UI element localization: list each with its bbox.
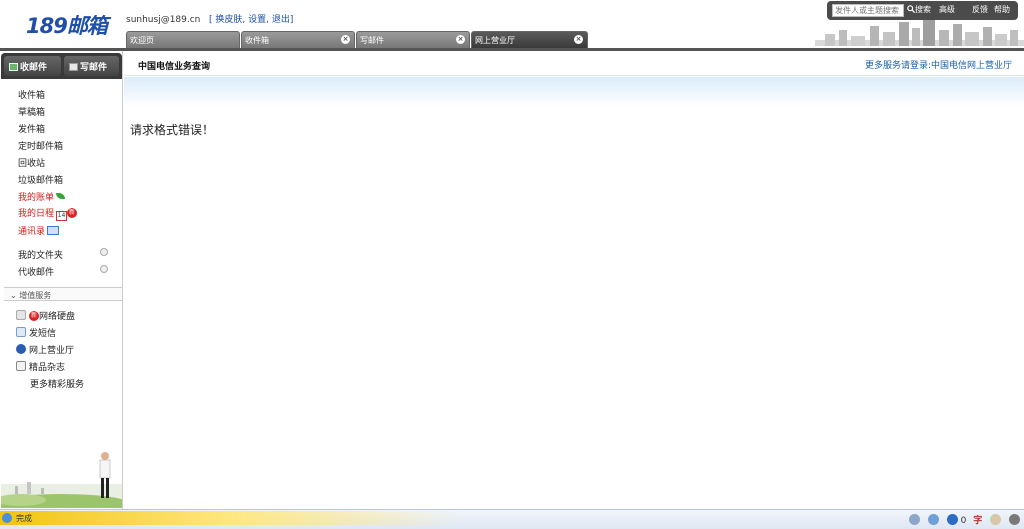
tab-online-hall[interactable]: 网上营业厅 × — [471, 31, 588, 48]
settings-link[interactable]: 设置 — [248, 15, 266, 25]
logout-link[interactable]: 退出 — [272, 15, 290, 25]
sidebar-action-bar: 收邮件 写邮件 — [1, 53, 122, 79]
my-schedule-label: 我的日程 — [18, 209, 55, 219]
user-email: sunhusj@189.cn — [126, 15, 201, 25]
pencil-icon — [69, 63, 78, 71]
vas-magazine-label: 精品杂志 — [29, 363, 66, 373]
close-icon[interactable]: × — [574, 35, 583, 44]
vas-sms[interactable]: 发短信 — [16, 326, 56, 339]
chevron-down-icon: ⌄ — [10, 291, 17, 300]
tab-welcome[interactable]: 欢迎页 — [126, 31, 240, 48]
browser-icon — [2, 513, 12, 523]
status-text: 完成 — [16, 514, 32, 523]
search-input[interactable] — [832, 4, 904, 17]
leaf-icon — [56, 193, 66, 199]
vas-header[interactable]: ⌄ 增值服务 — [4, 287, 122, 301]
inbox-icon — [9, 63, 18, 71]
receive-mail-button[interactable]: 收邮件 — [4, 56, 61, 76]
receive-mail-label: 收邮件 — [20, 63, 48, 73]
vas-magazine[interactable]: 精品杂志 — [16, 360, 65, 373]
search-button-label: 搜索 — [915, 5, 931, 14]
folder-spam[interactable]: 垃圾邮件箱 — [18, 173, 63, 186]
bracket-close: ] — [289, 15, 294, 25]
char-icon[interactable]: 字 — [973, 516, 982, 526]
tab-label: 收件箱 — [245, 36, 269, 45]
my-folders-link[interactable]: 我的文件夹 — [18, 248, 63, 261]
vas-online-hall-label: 网上营业厅 — [29, 346, 75, 356]
tab-inbox[interactable]: 收件箱 × — [241, 31, 355, 48]
settings-icon[interactable] — [990, 514, 1002, 525]
main-content: 中国电信业务查询 更多服务请登录:中国电信网上营业厅 请求格式错误！ — [124, 51, 1024, 509]
close-icon[interactable]: × — [341, 35, 350, 44]
status-progress — [0, 511, 460, 525]
status-tray: 0 字 — [904, 513, 1020, 526]
tab-label: 网上营业厅 — [475, 36, 515, 45]
add-agent-mail-icon[interactable] — [100, 265, 108, 273]
comma-2: , — [266, 15, 270, 25]
vas-netdisk[interactable]: 新网络硬盘 — [16, 309, 75, 322]
header-gradient — [124, 77, 1024, 107]
my-bill-link[interactable]: 我的账单 — [18, 190, 66, 203]
page-title: 中国电信业务查询 — [138, 62, 211, 72]
error-message: 请求格式错误！ — [130, 123, 215, 137]
close-icon[interactable]: × — [456, 35, 465, 44]
bracket-open: [ — [208, 15, 213, 25]
netdisk-icon — [16, 310, 26, 320]
advanced-search-link[interactable]: 高级 — [939, 4, 955, 15]
main-header: 中国电信业务查询 更多服务请登录:中国电信网上营业厅 — [124, 51, 1024, 76]
user-info: sunhusj@189.cn [ 换皮肤, 设置, 退出] — [126, 12, 293, 25]
book-icon — [16, 361, 26, 371]
help-link[interactable]: 帮助 — [994, 4, 1010, 15]
comma-1: , — [242, 15, 246, 25]
search-bar: 搜索 高级 反馈 帮助 — [827, 1, 1018, 20]
folder-inbox[interactable]: 收件箱 — [18, 88, 45, 101]
search-icon — [907, 5, 916, 14]
vas-more-services[interactable]: 更多精彩服务 — [30, 377, 84, 390]
telecom-logo-icon — [16, 344, 26, 354]
folder-drafts[interactable]: 草稿箱 — [18, 105, 45, 118]
compose-mail-label: 写邮件 — [80, 63, 108, 73]
add-folder-icon[interactable] — [100, 248, 108, 256]
my-bill-label: 我的账单 — [18, 193, 55, 203]
search-button[interactable]: 搜索 — [907, 4, 931, 15]
calendar-icon: 14 — [56, 211, 68, 221]
tag-icon[interactable] — [927, 514, 939, 525]
sidebar: 收邮件 写邮件 收件箱 草稿箱 发件箱 定时邮件箱 回收站 垃圾邮件箱 我的账单… — [0, 51, 123, 509]
new-badge: 新 — [29, 311, 39, 321]
skin-link[interactable]: 换皮肤 — [215, 15, 242, 25]
zoom-value: 0 — [960, 516, 967, 526]
vas-sms-label: 发短信 — [29, 329, 57, 339]
arrow-icon[interactable] — [1009, 514, 1020, 525]
brand-logo[interactable]: 189邮箱 — [26, 10, 108, 40]
tab-label: 欢迎页 — [130, 36, 154, 45]
new-badge: 新 — [67, 208, 78, 218]
tab-compose[interactable]: 写邮件 × — [356, 31, 470, 48]
eye-icon[interactable] — [946, 514, 958, 525]
folder-trash[interactable]: 回收站 — [18, 156, 45, 169]
feedback-link[interactable]: 反馈 — [972, 4, 988, 15]
folder-sent[interactable]: 发件箱 — [18, 122, 45, 135]
compose-mail-button[interactable]: 写邮件 — [64, 56, 119, 76]
agent-mail-link[interactable]: 代收邮件 — [18, 265, 54, 278]
tool-icon[interactable] — [909, 514, 920, 525]
vas-netdisk-label: 网络硬盘 — [39, 312, 76, 322]
vas-online-hall[interactable]: 网上营业厅 — [16, 343, 74, 356]
vas-header-label: 增值服务 — [19, 291, 52, 300]
contact-card-icon — [47, 226, 60, 235]
sms-icon — [16, 327, 26, 337]
more-services-link[interactable]: 更多服务请登录:中国电信网上营业厅 — [865, 58, 1012, 71]
skyline-decoration — [815, 20, 1024, 46]
businessman-illustration — [1, 446, 122, 508]
status-bar: 完成 0 字 — [0, 509, 1024, 529]
tab-label: 写邮件 — [360, 36, 384, 45]
my-schedule-link[interactable]: 我的日程 14 新 — [18, 206, 78, 221]
contacts-link[interactable]: 通讯录 — [18, 224, 60, 237]
contacts-label: 通讯录 — [18, 227, 46, 237]
folder-scheduled[interactable]: 定时邮件箱 — [18, 139, 63, 152]
